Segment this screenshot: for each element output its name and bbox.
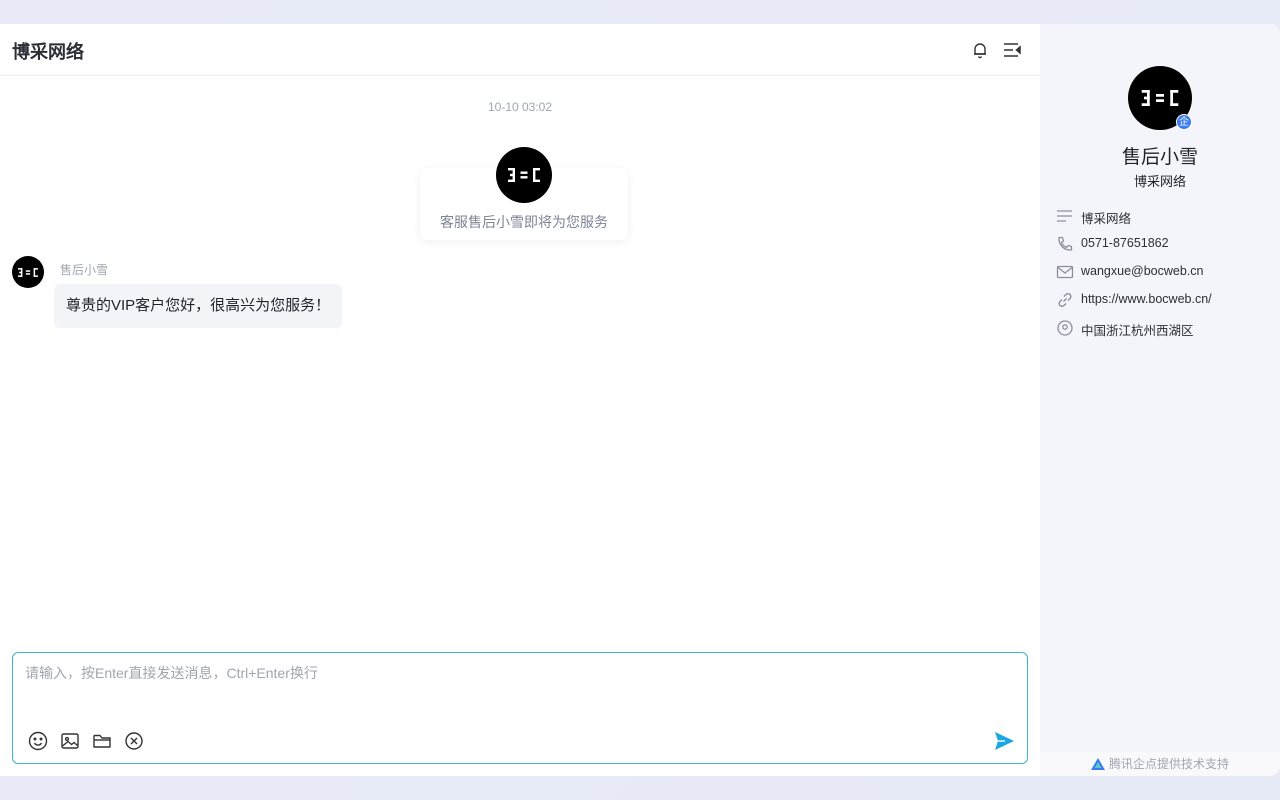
close-circle-icon[interactable]: [123, 730, 145, 752]
chat-header: 博采网络: [0, 24, 1040, 76]
chat-window: 博采网络 10-10 03:02 客服售后小雪即将为您服务 售后小雪 尊贵的VI…: [0, 24, 1280, 776]
image-icon[interactable]: [59, 730, 81, 752]
info-text: 0571-87651862: [1081, 236, 1169, 250]
welcome-text: 客服售后小雪即将为您服务: [440, 214, 608, 230]
info-row-website: https://www.bocweb.cn/: [1056, 290, 1276, 310]
agent-avatar: [496, 147, 552, 203]
profile-company: 博采网络: [1133, 174, 1186, 189]
info-text[interactable]: https://www.bocweb.cn/: [1081, 292, 1212, 306]
collapse-menu-icon[interactable]: [1002, 40, 1022, 60]
chat-title: 博采网络: [12, 42, 84, 62]
bell-icon[interactable]: [970, 40, 990, 60]
enterprise-badge: 企: [1176, 114, 1192, 130]
info-row-phone: 0571-87651862: [1056, 234, 1276, 254]
info-row-company: 博采网络: [1056, 206, 1276, 226]
emoji-icon[interactable]: [27, 730, 49, 752]
footer-text: 腾讯企点提供技术支持: [1108, 757, 1229, 771]
message-input[interactable]: [25, 663, 1005, 703]
location-icon: [1056, 319, 1074, 337]
mail-icon: [1056, 263, 1074, 281]
info-row-email: wangxue@bocweb.cn: [1056, 262, 1276, 282]
footer: 腾讯企点提供技术支持: [1040, 752, 1280, 776]
info-row-address: 中国浙江杭州西湖区: [1056, 318, 1276, 338]
info-text: 中国浙江杭州西湖区: [1081, 324, 1194, 338]
welcome-card: 客服售后小雪即将为您服务: [420, 147, 628, 240]
list-icon: [1056, 207, 1074, 225]
link-icon: [1056, 291, 1074, 309]
chat-pane: 博采网络 10-10 03:02 客服售后小雪即将为您服务 售后小雪 尊贵的VI…: [0, 24, 1040, 776]
bocweb-logo-icon: [508, 168, 540, 182]
profile-name: 售后小雪: [1121, 147, 1198, 168]
send-icon[interactable]: [991, 728, 1017, 754]
message-bubble: 尊贵的VIP客户您好，很高兴为您服务！: [54, 284, 343, 328]
message-timestamp: 10-10 03:02: [487, 100, 553, 114]
bocweb-logo-icon: [18, 267, 38, 277]
composer: [12, 652, 1028, 764]
bocweb-logo-icon: [1141, 90, 1179, 106]
folder-icon[interactable]: [91, 730, 113, 752]
phone-icon: [1056, 235, 1074, 253]
message-sender: 售后小雪: [60, 263, 109, 277]
tencent-qidian-logo-icon: [1090, 758, 1105, 770]
info-text: wangxue@bocweb.cn: [1081, 264, 1204, 278]
info-text: 博采网络: [1081, 212, 1132, 226]
sender-avatar[interactable]: [12, 256, 44, 288]
profile-panel: 企 售后小雪 博采网络 博采网络 0571-87651862 wangxue@b…: [1040, 24, 1280, 776]
